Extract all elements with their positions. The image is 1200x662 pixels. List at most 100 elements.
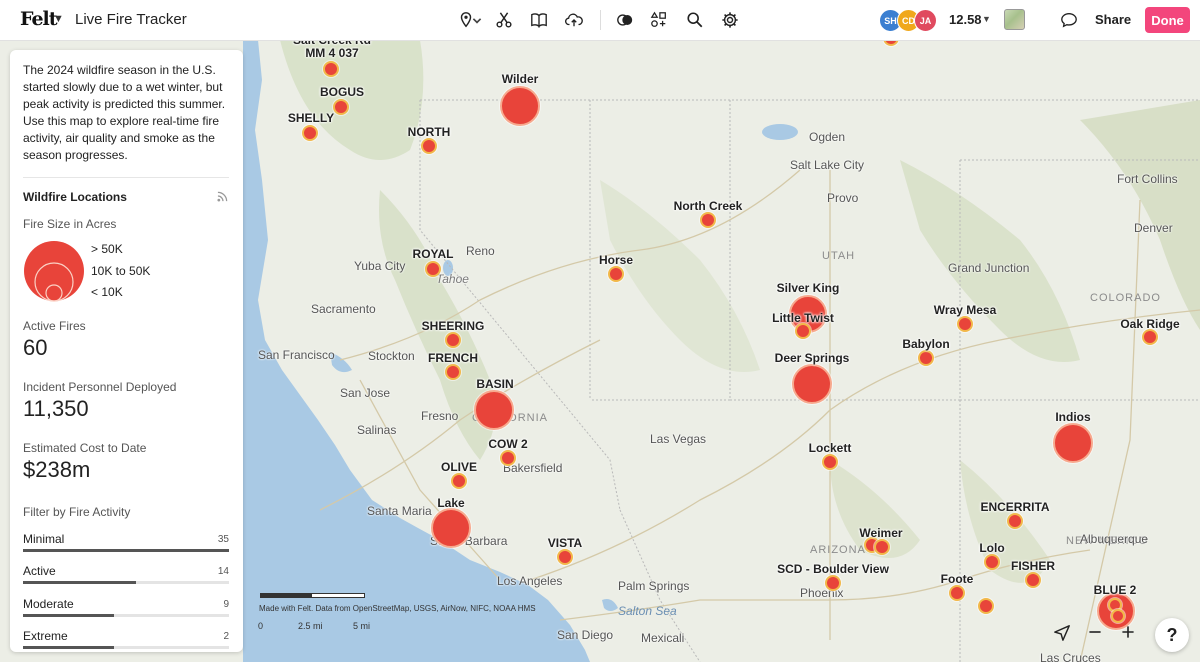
fire-marker[interactable] — [949, 585, 965, 601]
place-label: Provo — [827, 191, 859, 205]
search-icon[interactable] — [684, 9, 706, 31]
region-label: ARIZONA — [810, 544, 866, 556]
pin-dropdown-icon[interactable] — [471, 9, 483, 31]
fire-label: Weimer — [859, 526, 903, 540]
filter-count: 35 — [217, 534, 229, 545]
basemap-switcher[interactable] — [1004, 9, 1025, 30]
fire-marker[interactable] — [474, 390, 514, 430]
fire-label: Salt Creek Rd MM 4 037 — [292, 40, 372, 60]
fire-marker[interactable] — [608, 266, 624, 282]
place-label: Stockton — [368, 349, 415, 363]
map-title[interactable]: Live Fire Tracker — [75, 11, 187, 28]
fire-marker[interactable] — [445, 332, 461, 348]
zoom-in-button[interactable] — [1120, 624, 1140, 646]
filter-row-active[interactable]: Active 14 — [23, 564, 229, 592]
gear-icon[interactable] — [719, 9, 741, 31]
place-label: San Francisco — [258, 348, 335, 362]
fire-marker[interactable] — [500, 86, 540, 126]
fire-marker[interactable] — [323, 61, 339, 77]
fire-label: Lockett — [808, 441, 852, 455]
done-button[interactable]: Done — [1145, 7, 1190, 33]
scale-label: 5 mi — [353, 621, 371, 631]
water-label: Salton Sea — [618, 604, 677, 618]
locate-icon[interactable] — [1053, 624, 1075, 646]
place-label: Fresno — [421, 409, 459, 423]
fire-label: BLUE 2 — [1093, 583, 1137, 597]
stat-label: Estimated Cost to Date — [23, 441, 147, 455]
fire-label: VISTA — [547, 536, 583, 550]
compare-icon[interactable] — [614, 9, 636, 31]
fire-marker[interactable] — [795, 323, 811, 339]
fire-marker[interactable] — [557, 549, 573, 565]
fire-marker[interactable] — [1053, 423, 1093, 463]
help-button[interactable]: ? — [1155, 618, 1189, 652]
fire-label: SCD - Boulder View — [777, 562, 889, 576]
scale-bar — [260, 593, 365, 598]
fire-marker[interactable] — [445, 364, 461, 380]
place-label: San Diego — [557, 628, 614, 642]
divider — [23, 177, 229, 178]
filter-name: Active — [23, 564, 56, 578]
fire-marker[interactable] — [822, 454, 838, 470]
scale-label: 2.5 mi — [298, 621, 323, 631]
place-label: Grand Junction — [948, 261, 1030, 275]
fire-marker[interactable] — [451, 473, 467, 489]
fire-label: Indios — [1055, 410, 1091, 424]
felt-logo[interactable]: Felt — [20, 8, 58, 30]
fire-marker[interactable] — [302, 125, 318, 141]
fire-marker[interactable] — [792, 364, 832, 404]
fire-marker[interactable] — [700, 212, 716, 228]
place-label: Las Cruces — [1040, 651, 1101, 662]
fire-marker[interactable] — [918, 350, 934, 366]
zoom-out-button[interactable] — [1087, 624, 1107, 646]
filter-count: 2 — [223, 631, 229, 642]
region-label: UTAH — [822, 250, 856, 262]
filter-row-extreme[interactable]: Extreme 2 — [23, 629, 229, 652]
zoom-level-readout[interactable]: 12.58 — [949, 12, 982, 27]
fire-marker[interactable] — [874, 539, 890, 555]
elements-icon[interactable] — [648, 9, 670, 31]
fire-marker[interactable] — [1111, 609, 1125, 623]
region-label: COLORADO — [1090, 292, 1161, 304]
scale-label: 0 — [258, 621, 264, 631]
fire-marker[interactable] — [1142, 329, 1158, 345]
fire-marker[interactable] — [425, 261, 441, 277]
legend-title: Fire Size in Acres — [23, 217, 117, 231]
fire-marker[interactable] — [1025, 572, 1041, 588]
layer-title[interactable]: Wildfire Locations — [23, 190, 127, 204]
fire-label: Horse — [598, 253, 634, 267]
stat-value: 60 — [23, 335, 48, 360]
attribution-text[interactable]: Made with Felt. Data from OpenStreetMap,… — [259, 604, 536, 613]
intro-text: The 2024 wildfire season in the U.S. sta… — [23, 63, 226, 162]
upload-cloud-icon[interactable] — [563, 9, 585, 31]
share-button[interactable]: Share — [1095, 12, 1131, 27]
legend-item: > 50K — [91, 242, 123, 256]
filter-row-moderate[interactable]: Moderate 9 — [23, 597, 229, 625]
toolbar-divider — [600, 10, 601, 30]
fire-label: Little Twist — [772, 311, 834, 325]
chevron-down-icon[interactable]: ▼ — [53, 13, 64, 25]
fire-marker[interactable] — [431, 508, 471, 548]
fire-marker[interactable] — [957, 316, 973, 332]
legend-item: < 10K — [91, 285, 123, 299]
fire-label: Lake — [437, 496, 465, 510]
fire-marker[interactable] — [1007, 513, 1023, 529]
fire-marker[interactable] — [333, 99, 349, 115]
filter-name: Minimal — [23, 532, 65, 546]
fire-marker[interactable] — [825, 575, 841, 591]
place-label: Tahoe — [436, 272, 469, 286]
comment-icon[interactable] — [1058, 9, 1080, 31]
filter-row-minimal[interactable]: Minimal 35 — [23, 532, 229, 560]
chevron-down-icon[interactable]: ▼ — [982, 14, 991, 24]
fire-marker[interactable] — [984, 554, 1000, 570]
scissors-icon[interactable] — [493, 9, 515, 31]
fire-label: BOGUS — [319, 85, 365, 99]
fire-marker[interactable] — [978, 598, 994, 614]
fire-marker[interactable] — [421, 138, 437, 154]
fire-label: SHELLY — [287, 111, 335, 125]
place-label: Los Angeles — [497, 574, 563, 588]
filter-bar — [23, 549, 229, 552]
avatar[interactable]: JA — [914, 9, 937, 32]
book-icon[interactable] — [528, 9, 550, 31]
fire-marker[interactable] — [500, 450, 516, 466]
